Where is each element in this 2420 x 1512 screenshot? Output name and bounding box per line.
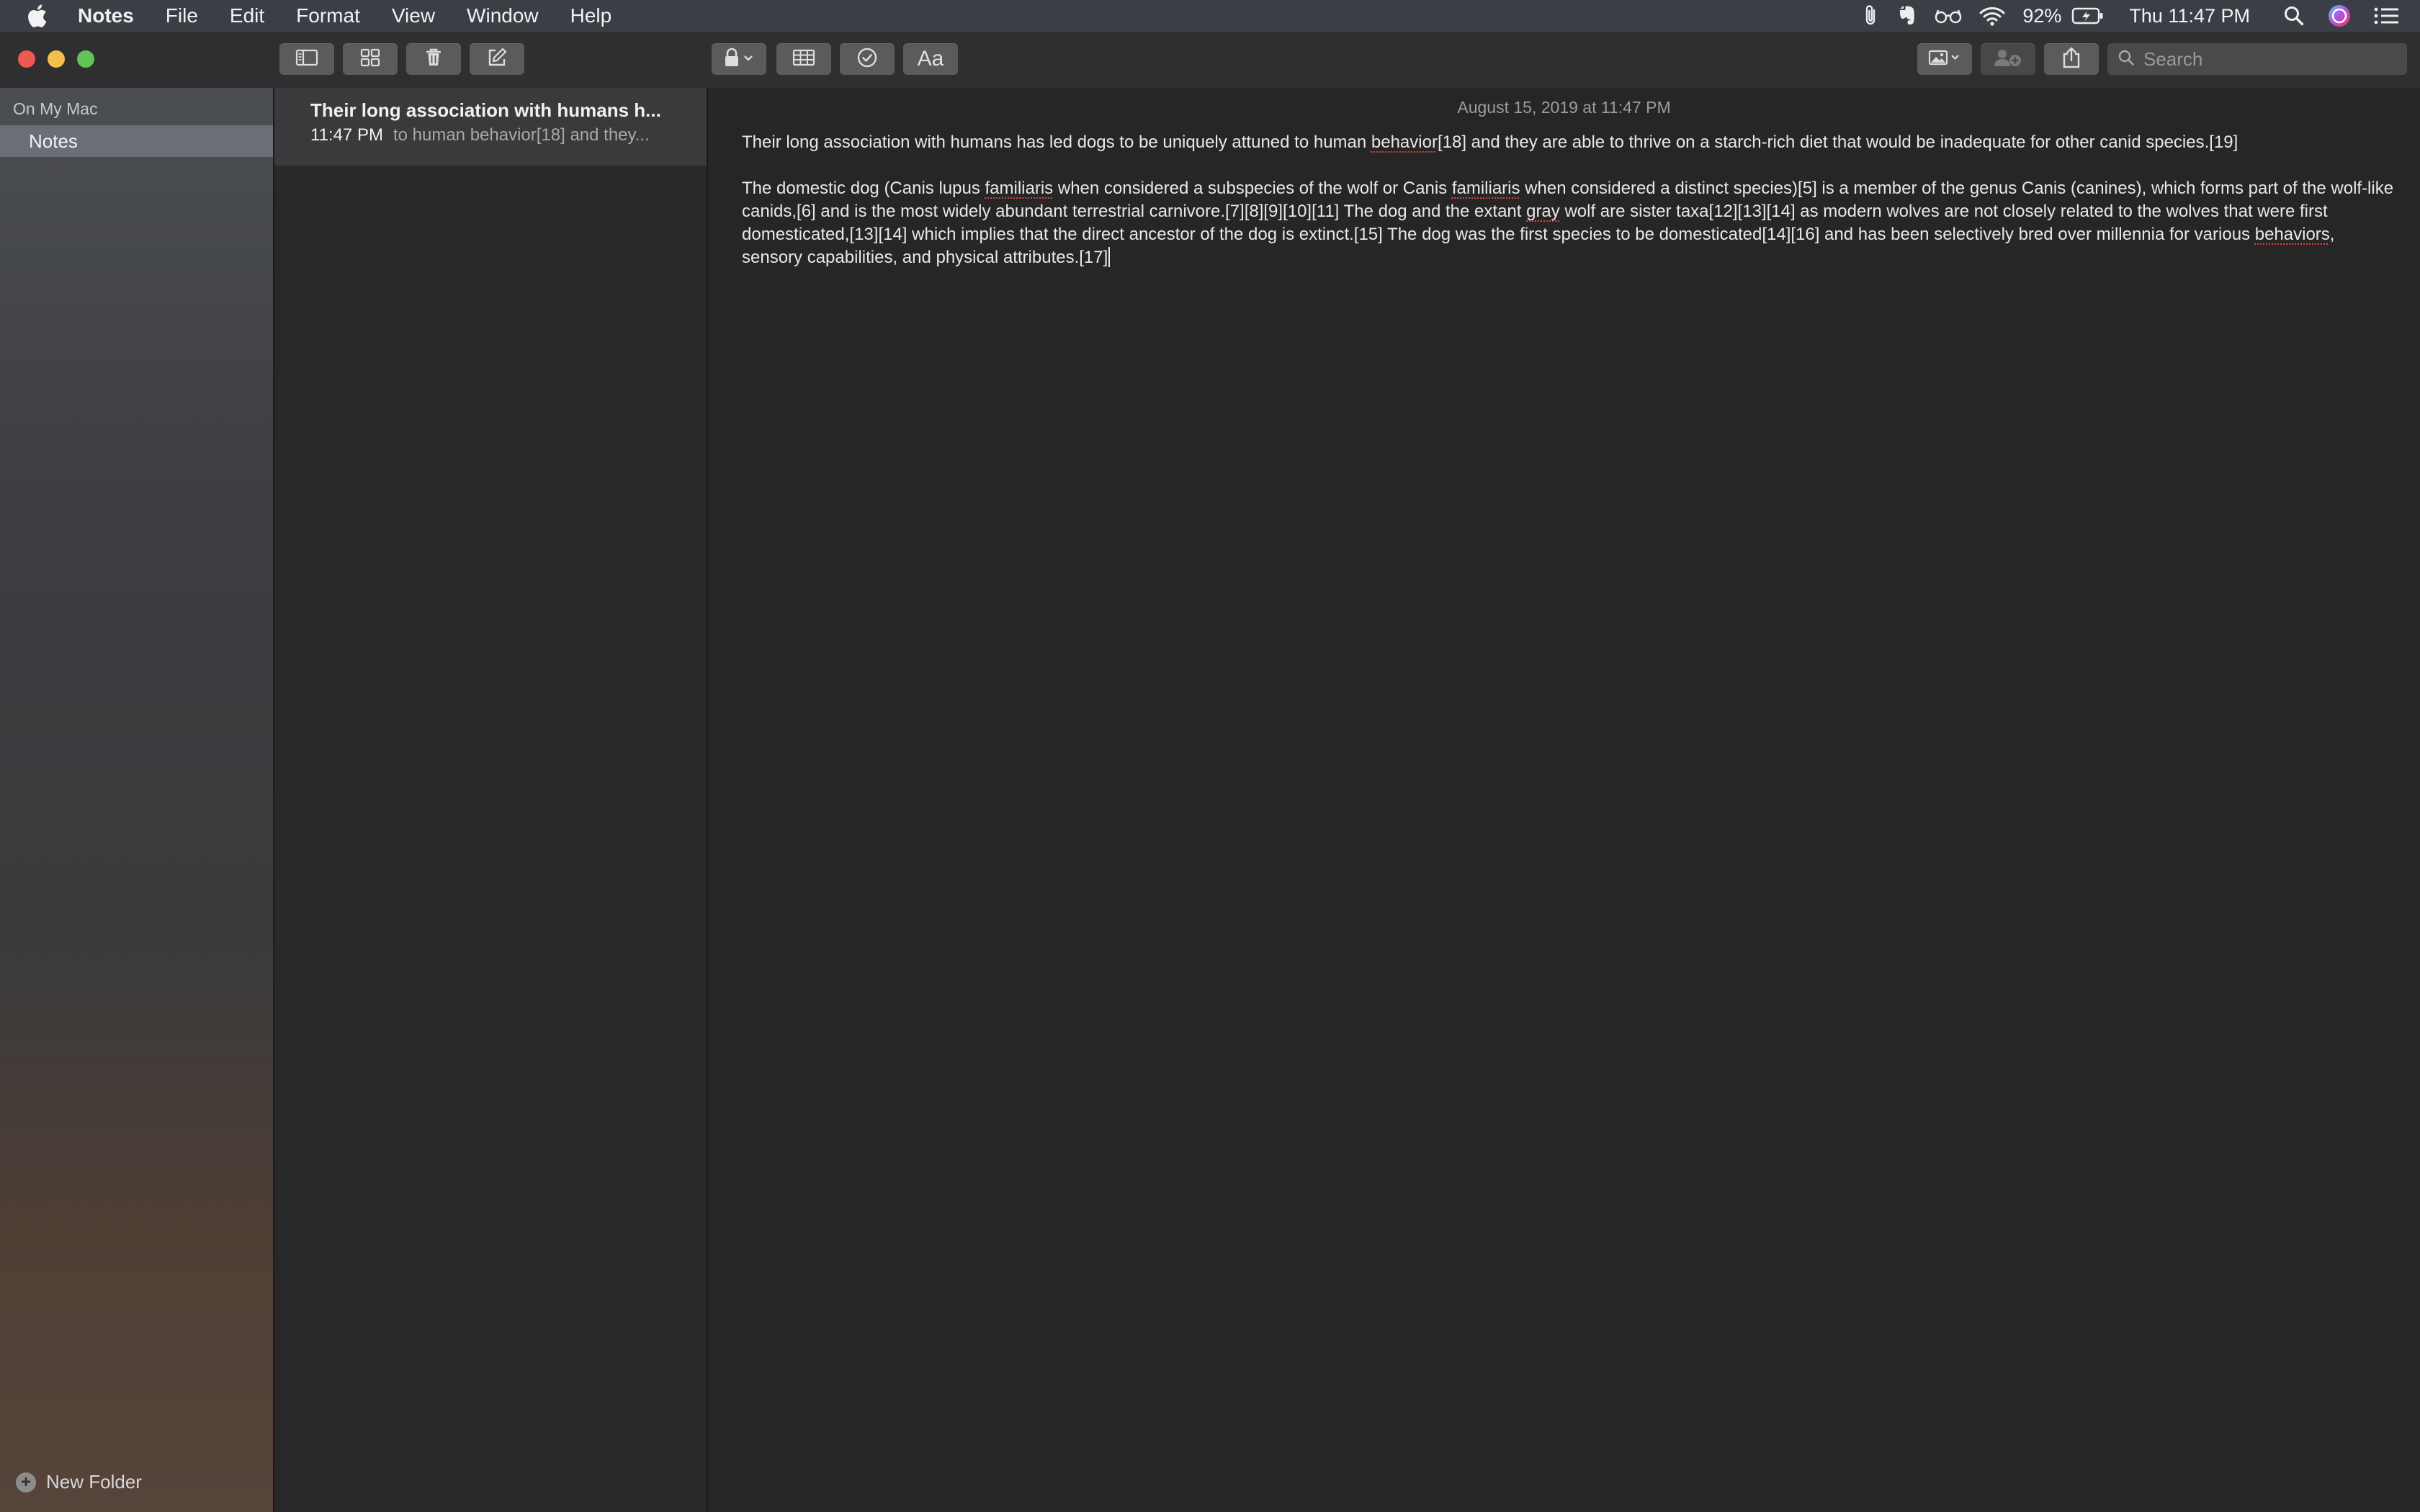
share-button[interactable] (2044, 43, 2099, 75)
menu-edit[interactable]: Edit (230, 4, 264, 27)
search-field[interactable] (2107, 43, 2407, 75)
battery-percent: 92% (2022, 4, 2062, 27)
menu-window[interactable]: Window (467, 4, 539, 27)
note-date: August 15, 2019 at 11:47 PM (1457, 98, 1671, 117)
menu-format[interactable]: Format (296, 4, 360, 27)
toggle-sidebar-button[interactable] (279, 43, 334, 75)
evernote-icon[interactable] (1896, 0, 1917, 32)
lock-icon (723, 48, 755, 71)
wifi-icon[interactable] (1979, 0, 2005, 32)
misspelled-word[interactable]: behaviors (2255, 225, 2330, 244)
misspelled-word[interactable]: gray (1526, 202, 1560, 221)
note-body[interactable]: Their long association with humans has l… (742, 131, 2398, 292)
plus-icon: + (16, 1472, 36, 1493)
text-run: Their long association with humans has l… (742, 132, 1371, 152)
sidebar-item-label: Notes (29, 130, 78, 152)
menubar-clock[interactable]: Thu 11:47 PM (2129, 0, 2250, 32)
menu-file[interactable]: File (166, 4, 198, 27)
text-run: when considered a subspecies of the wolf… (1053, 179, 1452, 198)
gallery-view-button[interactable] (343, 43, 398, 75)
menu-bar: Notes File Edit Format View Window Help … (0, 0, 2420, 32)
format-button[interactable]: Aa (903, 43, 958, 75)
battery-icon[interactable] (2071, 0, 2105, 32)
glasses-icon[interactable] (1935, 0, 1962, 32)
note-meta: 11:47 PM to human behavior[18] and they..… (310, 125, 692, 145)
trash-icon (425, 48, 442, 71)
note-paragraph[interactable]: Their long association with humans has l… (742, 131, 2398, 154)
zoom-window-button[interactable] (77, 50, 94, 68)
close-window-button[interactable] (18, 50, 35, 68)
apple-menu-icon[interactable] (27, 0, 63, 32)
text-run: The domestic dog (Canis lupus (742, 179, 985, 198)
text-cursor (1108, 247, 1111, 267)
table-icon (792, 49, 815, 70)
menu-app-notes[interactable]: Notes (78, 4, 134, 27)
status-menus: 92% Thu 11:47 PM (1854, 0, 2420, 32)
notes-list: Their long association with humans h... … (274, 88, 708, 1512)
text-run: [18] and they are able to thrive on a st… (1437, 132, 2238, 152)
folders-sidebar: On My Mac Notes + New Folder (0, 88, 274, 1512)
sidebar-icon (295, 49, 318, 70)
new-note-button[interactable] (470, 43, 524, 75)
minimize-window-button[interactable] (48, 50, 65, 68)
compose-icon (487, 48, 507, 71)
grid-icon (360, 48, 380, 71)
lock-note-button[interactable] (712, 43, 766, 75)
menu-help[interactable]: Help (570, 4, 612, 27)
search-icon (2118, 49, 2135, 70)
misspelled-word[interactable]: behavior (1371, 132, 1438, 152)
checklist-icon (856, 47, 878, 72)
menu-view[interactable]: View (392, 4, 435, 27)
notification-center-icon[interactable] (2374, 0, 2398, 32)
sidebar-section-title: On My Mac (13, 99, 98, 118)
siri-icon[interactable] (2328, 0, 2351, 32)
add-people-button[interactable] (1981, 43, 2035, 75)
note-paragraph[interactable]: The domestic dog (Canis lupus familiaris… (742, 177, 2398, 269)
toolbar: Aa (0, 32, 2420, 89)
new-folder-button[interactable]: + New Folder (16, 1471, 142, 1493)
misspelled-word[interactable]: familiaris (1452, 179, 1520, 198)
delete-note-button[interactable] (406, 43, 461, 75)
paperclip-icon[interactable] (1863, 0, 1878, 32)
note-title: Their long association with humans h... (310, 99, 661, 121)
add-media-button[interactable] (1917, 43, 1972, 75)
share-icon (2062, 46, 2081, 73)
note-time: 11:47 PM (310, 125, 383, 145)
note-editor[interactable]: August 15, 2019 at 11:47 PM Their long a… (708, 88, 2420, 1512)
spotlight-icon[interactable] (2283, 0, 2305, 32)
sidebar-item-notes[interactable]: Notes (0, 125, 273, 157)
misspelled-word[interactable]: familiaris (985, 179, 1054, 198)
checklist-button[interactable] (840, 43, 895, 75)
note-preview: to human behavior[18] and they... (393, 125, 650, 145)
add-people-icon (1992, 48, 2024, 71)
insert-table-button[interactable] (776, 43, 831, 75)
notes-window: Aa On My Mac Notes (0, 32, 2420, 1512)
search-input[interactable] (2142, 47, 2404, 71)
list-item[interactable]: Their long association with humans h... … (274, 88, 707, 166)
new-folder-label: New Folder (46, 1471, 142, 1493)
photo-icon (1928, 48, 1961, 71)
